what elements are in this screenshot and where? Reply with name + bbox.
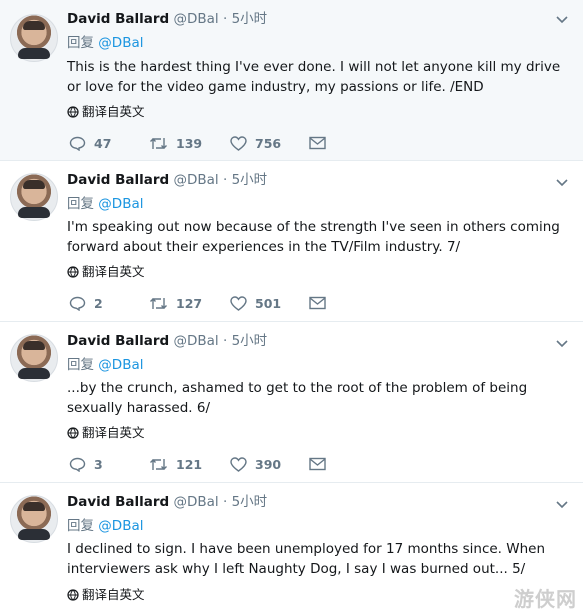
like-count: 501 bbox=[255, 295, 282, 311]
reply-count: 47 bbox=[94, 135, 112, 151]
author-name[interactable]: David Ballard bbox=[67, 11, 169, 27]
watermark: 游侠网 bbox=[514, 587, 577, 611]
separator-dot: · bbox=[222, 11, 228, 27]
separator-dot: · bbox=[222, 494, 228, 510]
translate-label: 翻译自英文 bbox=[82, 264, 145, 279]
envelope-icon bbox=[309, 136, 326, 150]
chevron-down-icon[interactable] bbox=[555, 497, 569, 511]
tweet-3[interactable]: David Ballard @DBal · 5小时 回复 @DBal ...by… bbox=[0, 322, 583, 482]
tweet-1[interactable]: David Ballard @DBal · 5小时 回复 @DBal This … bbox=[0, 0, 583, 160]
timestamp[interactable]: 5小时 bbox=[232, 11, 268, 27]
tweet-text: I declined to sign. I have been unemploy… bbox=[67, 541, 546, 577]
reply-mention-link[interactable]: @DBal bbox=[98, 35, 143, 51]
retweet-icon bbox=[150, 297, 167, 309]
globe-icon bbox=[67, 589, 79, 601]
heart-icon bbox=[230, 456, 247, 472]
tweet-4[interactable]: David Ballard @DBal · 5小时 回复 @DBal I dec… bbox=[0, 483, 583, 614]
retweet-count: 139 bbox=[176, 135, 203, 151]
translate-link[interactable]: 翻译自英文 bbox=[67, 425, 145, 441]
envelope-icon bbox=[309, 296, 326, 310]
tweet-text: This is the hardest thing I've ever done… bbox=[67, 59, 561, 95]
chevron-down-icon[interactable] bbox=[555, 336, 569, 350]
author-name[interactable]: David Ballard bbox=[67, 172, 169, 188]
reply-prefix: 回复 bbox=[67, 518, 94, 534]
like-button[interactable]: 501 bbox=[230, 294, 281, 312]
reply-button[interactable]: 2 bbox=[69, 294, 103, 312]
author-handle[interactable]: @DBal bbox=[174, 11, 219, 27]
translate-label: 翻译自英文 bbox=[82, 104, 145, 119]
translate-label: 翻译自英文 bbox=[82, 425, 145, 440]
reply-mention-link[interactable]: @DBal bbox=[98, 196, 143, 212]
translate-link[interactable]: 翻译自英文 bbox=[67, 104, 145, 120]
tweet-text: I'm speaking out now because of the stre… bbox=[67, 219, 560, 255]
reply-count: 2 bbox=[94, 295, 103, 311]
reply-prefix: 回复 bbox=[67, 35, 94, 51]
reply-count: 3 bbox=[94, 456, 103, 472]
reply-icon bbox=[69, 296, 86, 311]
envelope-icon bbox=[309, 457, 326, 471]
globe-icon bbox=[67, 266, 79, 278]
heart-icon bbox=[230, 295, 247, 311]
heart-icon bbox=[230, 135, 247, 151]
translate-label: 翻译自英文 bbox=[82, 587, 145, 602]
like-button[interactable]: 756 bbox=[230, 134, 281, 152]
separator-dot: · bbox=[222, 172, 228, 188]
tweet-2[interactable]: David Ballard @DBal · 5小时 回复 @DBal I'm s… bbox=[0, 161, 583, 321]
chevron-down-icon[interactable] bbox=[555, 175, 569, 189]
reply-mention-link[interactable]: @DBal bbox=[98, 518, 143, 534]
reply-button[interactable]: 47 bbox=[69, 134, 111, 152]
timestamp[interactable]: 5小时 bbox=[232, 333, 268, 349]
author-name[interactable]: David Ballard bbox=[67, 494, 169, 510]
reply-icon bbox=[69, 457, 86, 472]
translate-link[interactable]: 翻译自英文 bbox=[67, 587, 145, 603]
tweet-text: ...by the crunch, ashamed to get to the … bbox=[67, 380, 528, 416]
retweet-button[interactable]: 121 bbox=[149, 455, 202, 473]
separator-dot: · bbox=[222, 333, 228, 349]
author-handle[interactable]: @DBal bbox=[174, 333, 219, 349]
avatar[interactable] bbox=[10, 334, 58, 382]
author-name[interactable]: David Ballard bbox=[67, 333, 169, 349]
timestamp[interactable]: 5小时 bbox=[232, 494, 268, 510]
avatar[interactable] bbox=[10, 495, 58, 543]
retweet-icon bbox=[150, 137, 167, 149]
like-button[interactable]: 390 bbox=[230, 455, 281, 473]
reply-button[interactable]: 3 bbox=[69, 455, 103, 473]
retweet-button[interactable]: 127 bbox=[149, 294, 202, 312]
timestamp[interactable]: 5小时 bbox=[232, 172, 268, 188]
avatar[interactable] bbox=[10, 14, 58, 62]
message-button[interactable] bbox=[309, 134, 326, 152]
message-button[interactable] bbox=[309, 455, 326, 473]
chevron-down-icon[interactable] bbox=[555, 12, 569, 26]
author-handle[interactable]: @DBal bbox=[174, 172, 219, 188]
globe-icon bbox=[67, 427, 79, 439]
reply-prefix: 回复 bbox=[67, 196, 94, 212]
reply-mention-link[interactable]: @DBal bbox=[98, 357, 143, 373]
retweet-count: 121 bbox=[176, 456, 203, 472]
like-count: 756 bbox=[255, 135, 282, 151]
avatar[interactable] bbox=[10, 173, 58, 221]
retweet-count: 127 bbox=[176, 295, 203, 311]
globe-icon bbox=[67, 106, 79, 118]
reply-prefix: 回复 bbox=[67, 357, 94, 373]
message-button[interactable] bbox=[309, 294, 326, 312]
author-handle[interactable]: @DBal bbox=[174, 494, 219, 510]
like-count: 390 bbox=[255, 456, 282, 472]
reply-icon bbox=[69, 136, 86, 151]
retweet-button[interactable]: 139 bbox=[149, 134, 202, 152]
translate-link[interactable]: 翻译自英文 bbox=[67, 264, 145, 280]
retweet-icon bbox=[150, 458, 167, 470]
